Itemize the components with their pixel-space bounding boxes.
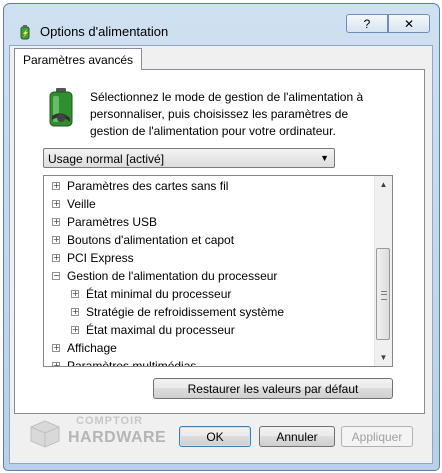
window-title: Options d'alimentation: [40, 24, 169, 39]
expand-icon[interactable]: +: [52, 182, 60, 190]
tree-item-processor-power[interactable]: − Gestion de l'alimentation du processeu…: [52, 267, 277, 285]
expand-icon[interactable]: +: [52, 362, 60, 366]
help-button[interactable]: ?: [346, 14, 388, 33]
expand-icon[interactable]: +: [52, 344, 60, 352]
close-button[interactable]: ✕: [388, 14, 430, 33]
expand-icon[interactable]: +: [52, 236, 60, 244]
scroll-down-icon[interactable]: ▼: [375, 349, 392, 366]
expand-icon[interactable]: +: [52, 200, 60, 208]
expand-icon[interactable]: +: [71, 290, 79, 298]
description-text: Sélectionnez le mode de gestion de l'ali…: [90, 90, 364, 138]
tree-item-power-buttons[interactable]: + Boutons d'alimentation et capot: [52, 231, 234, 249]
watermark-line1: COMPTOIR: [76, 415, 144, 427]
tree-item-display[interactable]: + Affichage: [52, 339, 117, 357]
watermark-logo: COMPTOIR HARDWARE: [28, 415, 168, 455]
apply-button[interactable]: Appliquer: [341, 426, 413, 447]
tab-advanced-settings[interactable]: Paramètres avancés: [14, 48, 143, 70]
tree-item-label: Veille: [67, 197, 96, 211]
cancel-button[interactable]: Annuler: [259, 426, 335, 447]
expand-icon[interactable]: +: [71, 326, 79, 334]
expand-icon[interactable]: +: [71, 308, 79, 316]
tree-item-label: Paramètres des cartes sans fil: [67, 179, 229, 193]
title-bar[interactable]: Options d'alimentation ? ✕: [4, 4, 439, 48]
power-plan-select[interactable]: Usage normal [activé] ▼: [43, 148, 335, 168]
expand-icon[interactable]: +: [52, 254, 60, 262]
vertical-scrollbar[interactable]: ▲ ▼: [374, 176, 392, 366]
ok-button[interactable]: OK: [179, 426, 251, 447]
tree-item-min-processor-state[interactable]: + État minimal du processeur: [71, 285, 231, 303]
collapse-icon[interactable]: −: [52, 272, 60, 280]
chevron-down-icon: ▼: [320, 153, 329, 163]
tree-item-usb[interactable]: + Paramètres USB: [52, 213, 157, 231]
tree-item-multimedia[interactable]: + Paramètres multimédias: [52, 357, 197, 367]
tree-item-wireless[interactable]: + Paramètres des cartes sans fil: [52, 177, 228, 195]
tree-item-label: Stratégie de refroidissement système: [86, 305, 285, 319]
battery-icon: [49, 88, 73, 127]
tree-item-label: Gestion de l'alimentation du processeur: [67, 269, 278, 283]
tree-item-label: Paramètres multimédias: [67, 359, 197, 367]
tree-item-label: Boutons d'alimentation et capot: [67, 233, 235, 247]
tree-item-label: Paramètres USB: [67, 215, 158, 229]
grip-icon: [381, 291, 387, 300]
tree-item-label: État maximal du processeur: [86, 323, 235, 337]
tree-item-label: PCI Express: [67, 251, 134, 265]
tree-item-cooling-policy[interactable]: + Stratégie de refroidissement système: [71, 303, 284, 321]
power-plan-value: Usage normal [activé]: [48, 152, 165, 166]
restore-defaults-button[interactable]: Restaurer les valeurs par défaut: [153, 378, 393, 399]
scroll-thumb[interactable]: [376, 248, 390, 340]
tree-item-sleep[interactable]: + Veille: [52, 195, 96, 213]
tree-item-label: Affichage: [67, 341, 117, 355]
watermark-line2: HARDWARE: [68, 429, 167, 446]
scroll-up-icon[interactable]: ▲: [375, 176, 392, 193]
power-options-icon: [20, 25, 30, 40]
tree-item-max-processor-state[interactable]: + État maximal du processeur: [71, 321, 235, 339]
settings-tree[interactable]: + Paramètres des cartes sans fil + Veill…: [43, 175, 393, 367]
tree-item-pci-express[interactable]: + PCI Express: [52, 249, 134, 267]
tree-item-label: État minimal du processeur: [86, 287, 232, 301]
expand-icon[interactable]: +: [52, 218, 60, 226]
cube-logo-icon: [30, 420, 60, 448]
close-icon: ✕: [403, 16, 415, 31]
help-icon: ?: [363, 16, 371, 31]
